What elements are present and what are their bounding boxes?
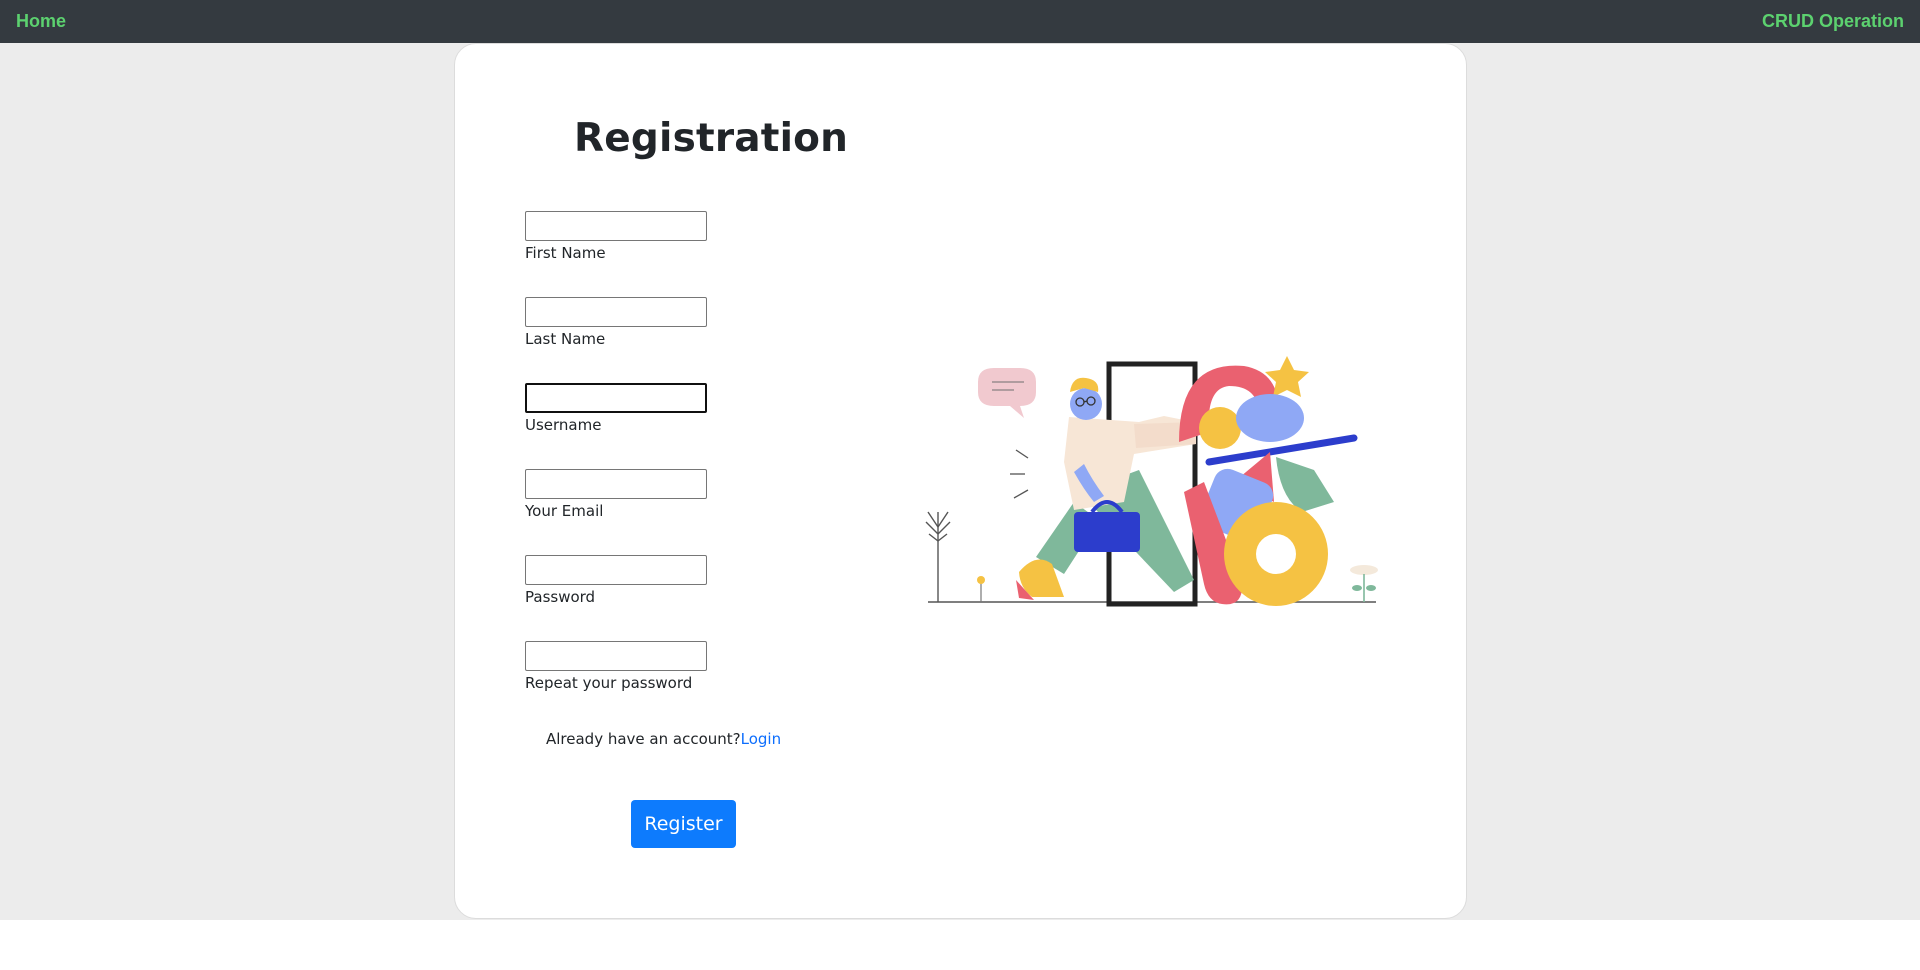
last-name-field: Last Name [525, 297, 707, 348]
password-label: Password [525, 588, 596, 606]
register-button[interactable]: Register [631, 800, 736, 848]
login-prompt: Already have an account?Login [546, 730, 781, 748]
repeat-password-label: Repeat your password [525, 674, 693, 692]
repeat-password-input[interactable] [525, 641, 707, 671]
person-walking-through-door-illustration [925, 356, 1378, 607]
nav-home-link[interactable]: Home [16, 11, 66, 32]
login-prompt-text: Already have an account? [546, 730, 741, 748]
email-label: Your Email [525, 502, 604, 520]
email-field: Your Email [525, 469, 707, 520]
email-input[interactable] [525, 469, 707, 499]
repeat-password-field: Repeat your password [525, 641, 707, 692]
password-field: Password [525, 555, 707, 606]
last-name-input[interactable] [525, 297, 707, 327]
username-label: Username [525, 416, 602, 434]
password-input[interactable] [525, 555, 707, 585]
page-title: Registration [574, 116, 849, 161]
login-link[interactable]: Login [741, 730, 781, 748]
first-name-field: First Name [525, 211, 707, 262]
first-name-input[interactable] [525, 211, 707, 241]
last-name-label: Last Name [525, 330, 606, 348]
first-name-label: First Name [525, 244, 606, 262]
username-input[interactable] [525, 383, 707, 413]
top-navbar: Home CRUD Operation [0, 0, 1920, 43]
username-field: Username [525, 383, 707, 434]
nav-brand-link[interactable]: CRUD Operation [1762, 11, 1904, 32]
